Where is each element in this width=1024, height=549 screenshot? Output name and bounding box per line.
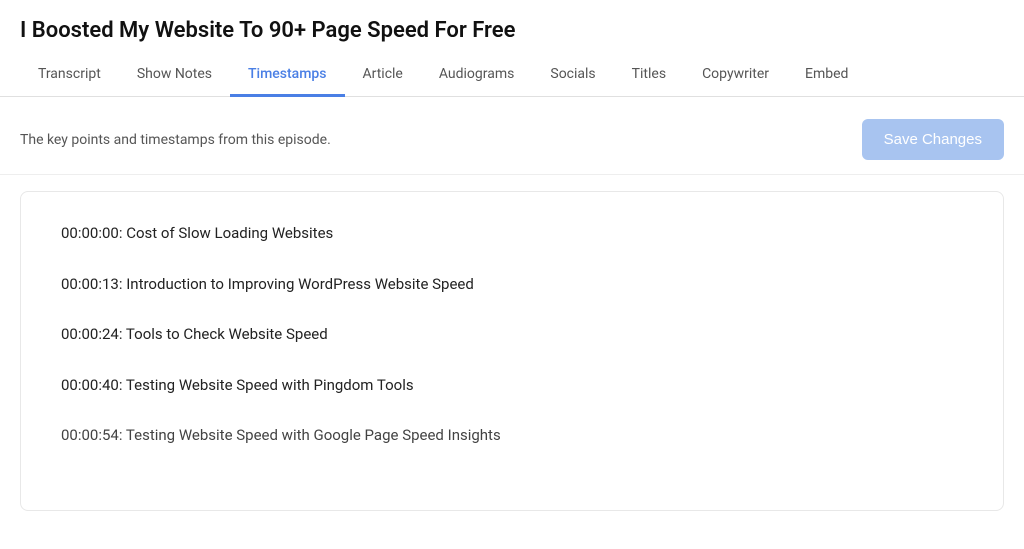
separator: : <box>119 376 126 394</box>
timestamp-time: 00:00:40 <box>61 376 119 394</box>
timestamp-time: 00:00:13 <box>61 275 119 293</box>
content-description: The key points and timestamps from this … <box>20 132 331 148</box>
save-changes-button[interactable]: Save Changes <box>862 119 1004 160</box>
tab-transcript[interactable]: Transcript <box>20 54 119 97</box>
tab-copywriter[interactable]: Copywriter <box>684 54 787 97</box>
timestamp-label: Testing Website Speed with Google Page S… <box>126 426 501 444</box>
list-item: 00:00:24: Tools to Check Website Speed <box>61 323 963 346</box>
list-item: 00:00:40: Testing Website Speed with Pin… <box>61 374 963 397</box>
tab-audiograms[interactable]: Audiograms <box>421 54 533 97</box>
list-item: 00:00:13: Introduction to Improving Word… <box>61 273 963 296</box>
tab-socials[interactable]: Socials <box>532 54 613 97</box>
timestamps-container: 00:00:00: Cost of Slow Loading Websites … <box>20 191 1004 511</box>
content-header: The key points and timestamps from this … <box>0 97 1024 175</box>
timestamp-time: 00:00:54 <box>61 426 119 444</box>
tab-timestamps[interactable]: Timestamps <box>230 54 344 97</box>
tabs-bar: Transcript Show Notes Timestamps Article… <box>0 53 1024 97</box>
timestamp-time: 00:00:00 <box>61 224 119 242</box>
page-wrapper: I Boosted My Website To 90+ Page Speed F… <box>0 0 1024 549</box>
tab-article[interactable]: Article <box>345 54 421 97</box>
page-title: I Boosted My Website To 90+ Page Speed F… <box>0 0 1024 53</box>
timestamp-label: Testing Website Speed with Pingdom Tools <box>126 376 414 394</box>
timestamp-label: Tools to Check Website Speed <box>126 325 328 343</box>
separator: : <box>119 325 126 343</box>
list-item: 00:00:54: Testing Website Speed with Goo… <box>61 424 963 447</box>
tab-titles[interactable]: Titles <box>614 54 684 97</box>
tab-embed[interactable]: Embed <box>787 54 866 97</box>
timestamp-label: Introduction to Improving WordPress Webs… <box>126 275 474 293</box>
separator: : <box>119 426 126 444</box>
tab-show-notes[interactable]: Show Notes <box>119 54 230 97</box>
list-item: 00:00:00: Cost of Slow Loading Websites <box>61 222 963 245</box>
timestamp-label: Cost of Slow Loading Websites <box>126 224 333 242</box>
timestamp-time: 00:00:24 <box>61 325 119 343</box>
